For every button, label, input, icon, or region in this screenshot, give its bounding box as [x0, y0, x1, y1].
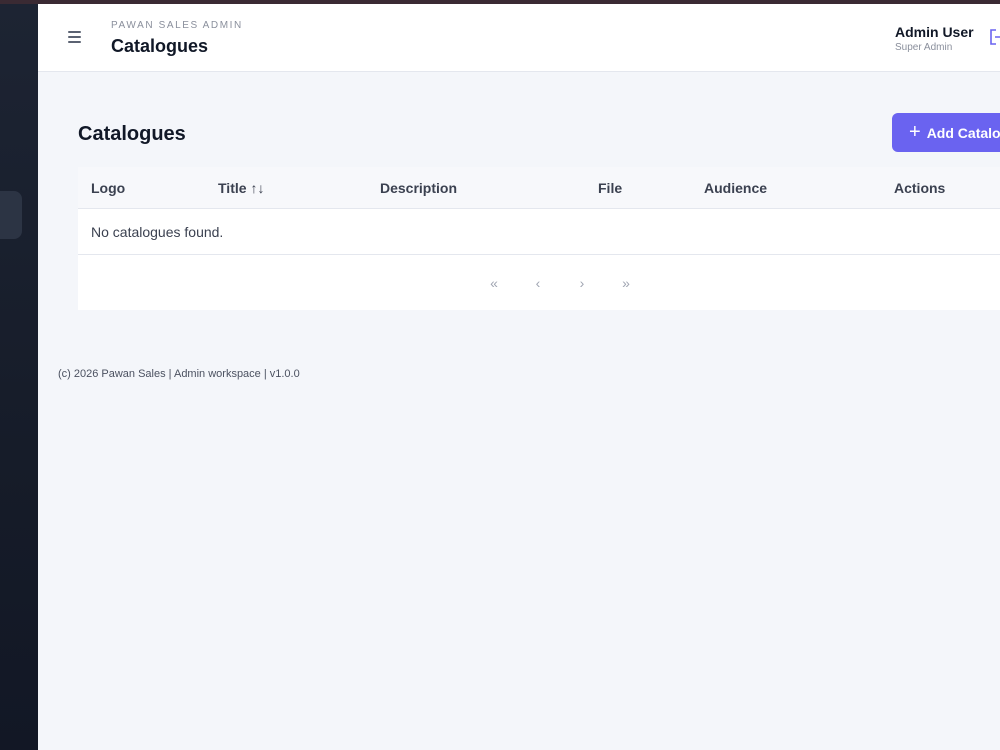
sidebar-active-item[interactable]	[0, 191, 22, 239]
header-title: Catalogues	[111, 36, 209, 56]
catalogues-table: Logo Title ↑↓ Description File Audience A…	[78, 167, 1000, 310]
logout-icon[interactable]	[988, 28, 1000, 46]
pagination: « ‹ › »	[78, 255, 1000, 310]
user-name: Admin User	[895, 24, 974, 40]
previous-page-button[interactable]: ‹	[528, 273, 548, 293]
app-frame: PAWAN SALES ADMIN Catalogues Admin User …	[0, 4, 1000, 750]
page-title: Catalogues	[78, 123, 186, 145]
menu-icon[interactable]	[68, 28, 86, 46]
column-header-title-label: Title	[218, 180, 247, 196]
sort-icon[interactable]: ↑↓	[251, 180, 265, 196]
table-empty-row: No catalogues found.	[78, 209, 1000, 255]
column-header-audience: Audience	[704, 180, 768, 196]
empty-message: No catalogues found.	[91, 224, 224, 240]
sidebar	[0, 4, 38, 750]
app-eyebrow: PAWAN SALES ADMIN	[111, 20, 243, 31]
next-page-button[interactable]: ›	[572, 273, 592, 293]
column-header-title[interactable]: Title ↑↓	[218, 180, 265, 196]
last-page-button[interactable]: »	[616, 273, 636, 293]
table-header: Logo Title ↑↓ Description File Audience A…	[78, 167, 1000, 209]
column-header-description: Description	[380, 180, 458, 196]
top-header: PAWAN SALES ADMIN Catalogues Admin User …	[38, 4, 1000, 72]
column-header-logo: Logo	[91, 180, 126, 196]
first-page-button[interactable]: «	[484, 273, 504, 293]
add-catalogue-button[interactable]: + Add Catalogue	[892, 113, 1000, 152]
plus-icon: +	[909, 120, 921, 143]
user-role: Super Admin	[895, 42, 953, 53]
column-header-actions: Actions	[894, 180, 946, 196]
column-header-file: File	[598, 180, 623, 196]
add-catalogue-label: Add Catalogue	[926, 124, 1000, 141]
footer-text: (c) 2026 Pawan Sales | Admin workspace |…	[58, 368, 300, 380]
